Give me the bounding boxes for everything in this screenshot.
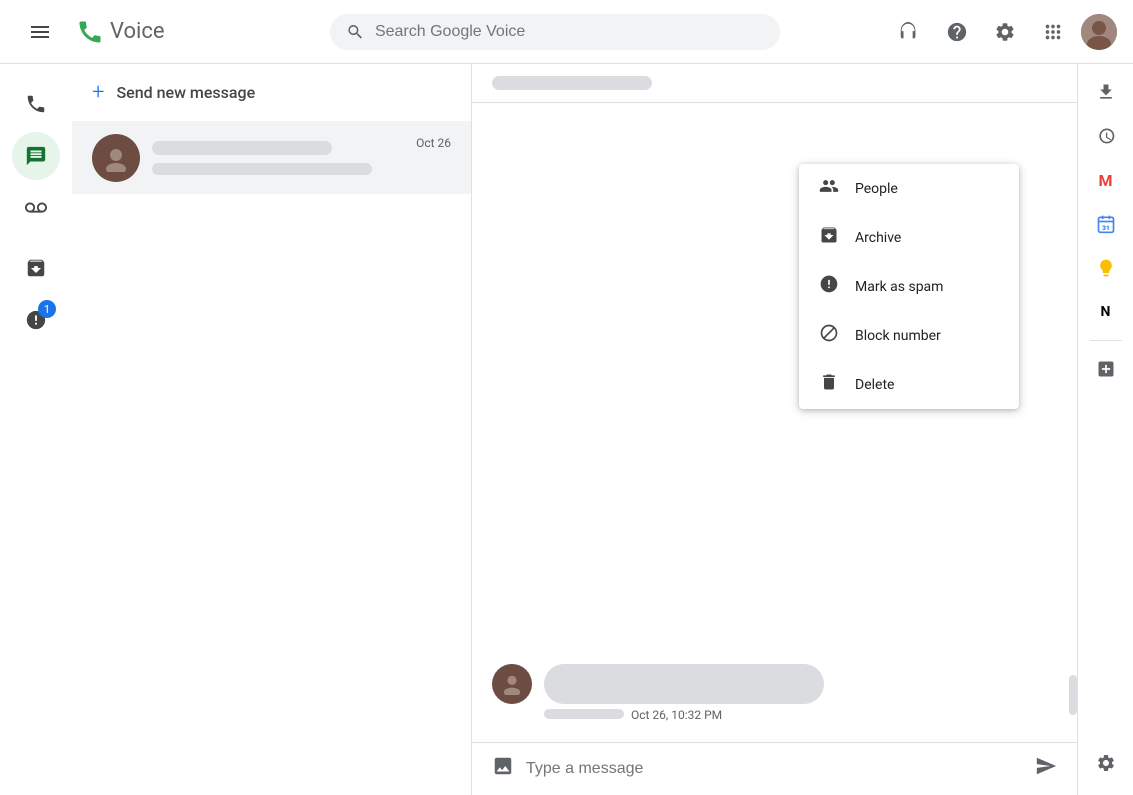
menu-item-spam[interactable]: Mark as spam — [799, 262, 1019, 311]
menu-item-people[interactable]: People — [799, 164, 1019, 213]
new-message-label: Send new message — [116, 83, 255, 102]
message-row: Oct 26, 10:32 PM — [492, 664, 824, 722]
conv-name-blur — [152, 141, 332, 155]
scrollbar-track — [1069, 128, 1077, 715]
main-content: 1 + Send new message Oct 26 — [0, 64, 1133, 795]
delete-icon — [819, 372, 839, 397]
menu-item-archive[interactable]: Archive — [799, 213, 1019, 262]
menu-button[interactable] — [16, 8, 64, 56]
msg-time-text: Oct 26, 10:32 PM — [631, 708, 722, 722]
conv-preview-blur — [152, 163, 372, 175]
search-icon — [346, 22, 365, 42]
search-bar[interactable] — [330, 14, 780, 50]
new-message-button[interactable]: + Send new message — [72, 64, 471, 122]
sidebar-item-phone[interactable] — [12, 80, 60, 128]
spam-badge: 1 — [38, 300, 56, 318]
app-header: Voice — [0, 0, 1133, 64]
plus-icon: + — [92, 80, 104, 105]
chat-header-name-blur — [492, 76, 652, 90]
search-input[interactable] — [375, 23, 764, 41]
right-sidebar: M 31 N — [1077, 64, 1133, 795]
menu-item-block[interactable]: Block number — [799, 311, 1019, 360]
conversation-list: + Send new message Oct 26 — [72, 64, 472, 795]
msg-time-blurred — [544, 709, 624, 719]
msg-time: Oct 26, 10:32 PM — [544, 708, 824, 722]
message-input[interactable] — [526, 760, 1023, 778]
menu-label-people: People — [855, 181, 898, 197]
header-left: Voice — [16, 8, 276, 56]
avatar-icon — [1081, 14, 1117, 50]
menu-label-spam: Mark as spam — [855, 279, 943, 295]
right-notion-button[interactable]: N — [1086, 292, 1126, 332]
right-gmail-button[interactable]: M — [1086, 160, 1126, 200]
logo-text: Voice — [110, 19, 165, 44]
sidebar-item-archive-nav[interactable] — [12, 244, 60, 292]
menu-item-delete[interactable]: Delete — [799, 360, 1019, 409]
settings-button[interactable] — [985, 12, 1025, 52]
chat-header — [472, 64, 1077, 103]
right-divider — [1090, 340, 1122, 341]
right-gcal-button[interactable]: 31 — [1086, 204, 1126, 244]
person-icon — [102, 144, 130, 172]
conv-time: Oct 26 — [416, 136, 451, 150]
chat-area: Oct 26, 10:32 PM — [472, 64, 1077, 795]
msg-content: Oct 26, 10:32 PM — [544, 664, 824, 722]
right-keep-button[interactable] — [1086, 248, 1126, 288]
chat-input-area — [472, 742, 1077, 795]
send-button[interactable] — [1035, 755, 1057, 783]
voice-logo-icon — [76, 18, 104, 46]
right-add-button[interactable] — [1086, 349, 1126, 389]
apps-button[interactable] — [1033, 12, 1073, 52]
sidebar-item-voicemail[interactable] — [12, 184, 60, 232]
right-download-button[interactable] — [1086, 72, 1126, 112]
block-icon — [819, 323, 839, 348]
archive-icon — [819, 225, 839, 250]
logo-area: Voice — [76, 18, 165, 46]
people-icon — [819, 176, 839, 201]
conv-avatar — [92, 134, 140, 182]
conv-content — [152, 141, 404, 175]
menu-label-delete: Delete — [855, 377, 894, 393]
headset-button[interactable] — [889, 12, 929, 52]
spam-icon — [819, 274, 839, 299]
menu-label-archive: Archive — [855, 230, 901, 246]
context-menu: People Archive Mark as spam — [799, 164, 1019, 409]
right-history-button[interactable] — [1086, 116, 1126, 156]
msg-bubble — [544, 664, 824, 704]
left-sidebar: 1 — [0, 64, 72, 795]
header-right — [889, 12, 1117, 52]
right-settings-bottom[interactable] — [1086, 743, 1126, 795]
menu-label-block: Block number — [855, 328, 941, 344]
help-button[interactable] — [937, 12, 977, 52]
msg-avatar — [492, 664, 532, 704]
scrollbar-thumb[interactable] — [1069, 675, 1077, 715]
svg-text:31: 31 — [1102, 224, 1110, 232]
image-button[interactable] — [492, 755, 514, 783]
user-avatar[interactable] — [1081, 14, 1117, 50]
right-settings-button[interactable] — [1086, 743, 1126, 783]
sidebar-item-messages[interactable] — [12, 132, 60, 180]
conversation-item[interactable]: Oct 26 — [72, 122, 471, 194]
person-icon-msg — [501, 673, 523, 695]
sidebar-item-spam[interactable]: 1 — [12, 296, 60, 344]
